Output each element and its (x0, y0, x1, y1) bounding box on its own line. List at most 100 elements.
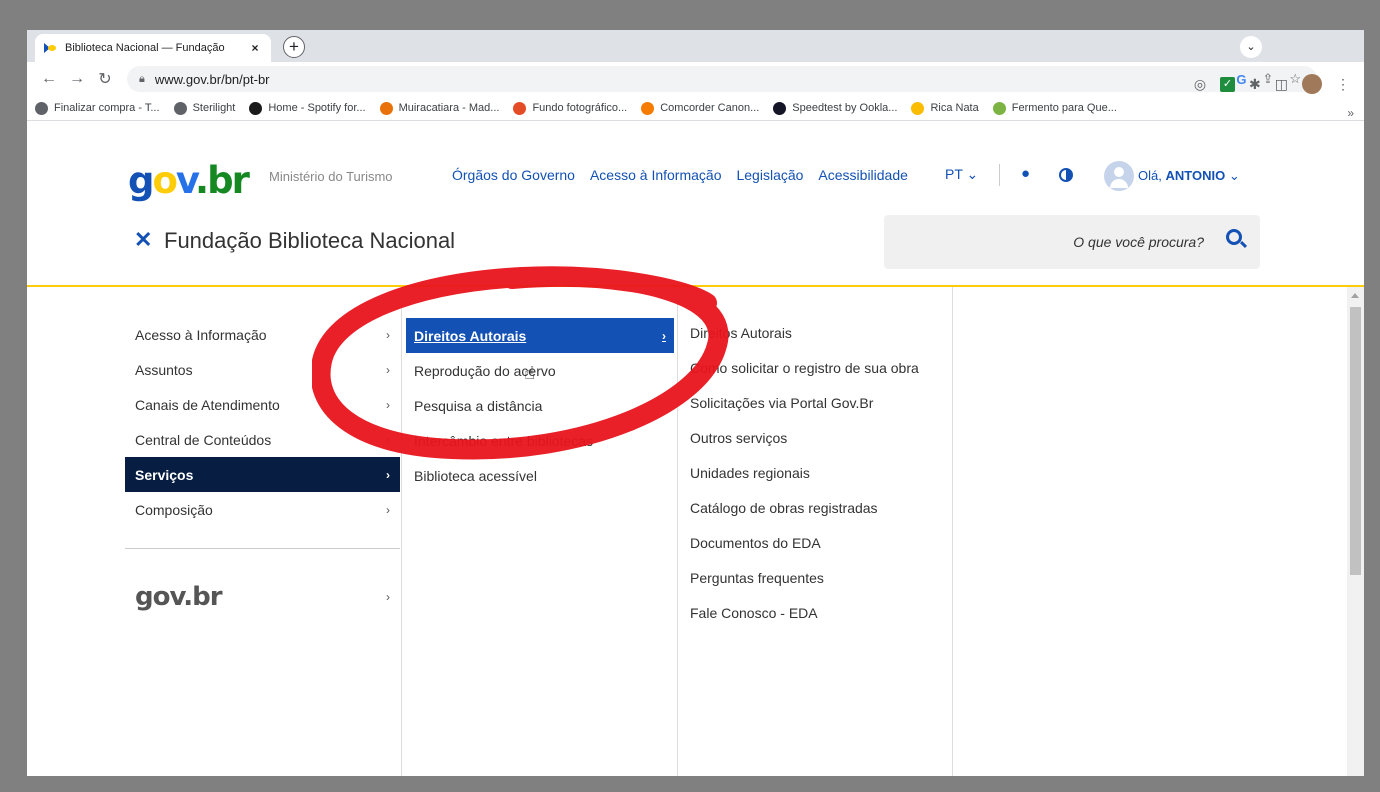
menu-item-level1[interactable]: Serviços › (125, 457, 400, 492)
header-divider (999, 164, 1000, 186)
menu-item-level3[interactable]: Como solicitar o registro de sua obra (690, 356, 935, 380)
profile-avatar-icon[interactable] (1302, 74, 1322, 94)
search-icon[interactable] (1226, 229, 1242, 245)
menu-item-level2[interactable]: Direitos Autorais › (406, 318, 674, 353)
bookmark-item[interactable]: Speedtest by Ookla... (773, 101, 898, 115)
extension-ring-icon[interactable]: ◎ (1194, 76, 1206, 93)
language-selector[interactable]: PT ⌄ (945, 166, 978, 183)
menu-item-label: Composição (135, 501, 213, 518)
menu-item-level1[interactable]: Acesso à Informação › (125, 317, 400, 352)
search-input[interactable] (884, 215, 1204, 269)
bookmark-item[interactable]: Fundo fotográfico... (513, 101, 628, 115)
tab-close-icon[interactable]: × (247, 41, 263, 55)
extensions-puzzle-icon[interactable]: ✱ (1249, 76, 1261, 93)
menu-item-label: Central de Conteúdos (135, 431, 272, 448)
bookmark-label: Muiracatiara - Mad... (398, 102, 500, 114)
menu-item-label: Pesquisa a distância (414, 397, 543, 414)
language-label: PT (945, 166, 963, 182)
tab-title: Biblioteca Nacional — Fundação (65, 42, 225, 54)
bookmark-label: Sterilight (192, 102, 236, 114)
chevron-right-icon: › (386, 362, 390, 377)
bookmark-favicon-icon (513, 101, 527, 115)
menu-column-2: Direitos Autorais › Reprodução do acervo Pe… (401, 287, 678, 776)
page-scrollbar[interactable] (1347, 287, 1364, 776)
lock-icon[interactable]: 🔒︎ (139, 73, 145, 86)
bookmark-item[interactable]: Muiracatiara - Mad... (379, 101, 500, 115)
close-menu-icon[interactable]: ✕ (134, 227, 152, 253)
user-chevron-icon: ⌄ (1228, 168, 1240, 183)
contrast-icon[interactable] (1059, 168, 1073, 182)
cookie-icon[interactable]: ● (1021, 165, 1030, 182)
bookmark-favicon-icon (992, 101, 1006, 115)
bookmark-item[interactable]: Fermento para Que... (992, 101, 1117, 115)
browser-menu-icon[interactable]: ⋮ (1336, 76, 1350, 93)
menu-item-level3[interactable]: Fale Conosco - EDA (690, 601, 935, 625)
menu-govbr-item[interactable]: gov.br › (125, 579, 400, 614)
new-tab-button[interactable]: + (283, 36, 305, 58)
tab-strip: Biblioteca Nacional — Fundação × + ⌄ (27, 30, 1364, 62)
forward-arrow-icon[interactable]: → (63, 70, 91, 88)
menu-item-level3[interactable]: Outros serviços (690, 426, 935, 450)
menu-item-level3[interactable]: Solicitações via Portal Gov.Br (690, 391, 935, 415)
bookmark-item[interactable]: Sterilight (173, 101, 236, 115)
menu-item-level1[interactable]: Assuntos › (125, 352, 400, 387)
bookmark-item[interactable]: Comcorder Canon... (641, 101, 760, 115)
menu-item-label: Serviços (135, 466, 194, 483)
menu-item-level2[interactable]: Intercâmbio entre bibliotecas (406, 423, 674, 458)
user-avatar[interactable] (1104, 161, 1134, 191)
chevron-right-icon: › (386, 432, 390, 447)
bookmark-favicon-icon (911, 101, 925, 115)
top-nav-link[interactable]: Órgãos do Governo (452, 167, 575, 183)
bookmark-label: Fundo fotográfico... (532, 102, 628, 114)
bookmark-item[interactable]: Rica Nata (911, 101, 979, 115)
menu-item-level2[interactable]: Pesquisa a distância (406, 388, 674, 423)
chevron-right-icon: › (386, 467, 390, 482)
menu-item-level3[interactable]: Perguntas frequentes (690, 566, 935, 590)
scroll-up-arrow-icon[interactable] (1351, 293, 1359, 298)
top-nav-link[interactable]: Acessibilidade (818, 167, 908, 183)
user-name: ANTONIO (1165, 168, 1226, 183)
bookmarks-bar: Finalizar compra - T... Sterilight Home - … (27, 96, 1364, 121)
bookmark-favicon-icon (379, 101, 393, 115)
menu-item-label: Biblioteca acessível (414, 467, 537, 484)
menu-item-level1[interactable]: Canais de Atendimento › (125, 387, 400, 422)
chevron-right-icon: › (386, 327, 390, 342)
extension-check-icon[interactable]: ✓ (1220, 76, 1236, 92)
scrollbar-thumb[interactable] (1350, 307, 1361, 575)
address-bar[interactable]: 🔒︎ www.gov.br/bn/pt-br G ⇪ ☆ (127, 66, 1317, 92)
chevron-right-icon: › (662, 328, 666, 343)
user-greeting: Olá, (1138, 168, 1162, 183)
govbr-menu-logo: gov.br (135, 581, 223, 612)
bookmarks-overflow-icon[interactable]: » (1347, 106, 1354, 120)
tab-search-chevron-icon[interactable]: ⌄ (1240, 36, 1262, 58)
page-content: gov.br Ministério do Turismo Órgãos do G… (27, 122, 1364, 776)
url-text[interactable]: www.gov.br/bn/pt-br (155, 72, 270, 87)
bookmark-item[interactable]: Home - Spotify for... (249, 101, 366, 115)
bookmark-item[interactable]: Finalizar compra - T... (35, 101, 160, 115)
menu-item-label: Acesso à Informação (135, 326, 267, 343)
menu-item-level2[interactable]: Biblioteca acessível (406, 458, 674, 493)
browser-tab[interactable]: Biblioteca Nacional — Fundação × (35, 34, 271, 62)
user-menu[interactable]: Olá, ANTONIO ⌄ (1138, 168, 1240, 184)
site-title[interactable]: Fundação Biblioteca Nacional (164, 228, 455, 254)
menu-item-level3[interactable]: Documentos do EDA (690, 531, 935, 555)
ministry-label: Ministério do Turismo (269, 169, 393, 184)
menu-item-level3[interactable]: Catálogo de obras registradas (690, 496, 935, 520)
top-nav-link[interactable]: Acesso à Informação (590, 167, 722, 183)
chevron-right-icon: › (386, 397, 390, 412)
bookmark-label: Comcorder Canon... (660, 102, 760, 114)
reload-icon[interactable]: ↻ (91, 69, 119, 89)
menu-item-level3[interactable]: Unidades regionais (690, 461, 935, 485)
menu-item-level1[interactable]: Central de Conteúdos › (125, 422, 400, 457)
chevron-right-icon: › (386, 589, 390, 604)
menu-item-level2[interactable]: Reprodução do acervo (406, 353, 674, 388)
side-panel-icon[interactable]: ◫ (1275, 76, 1288, 93)
bookmark-favicon-icon (249, 101, 263, 115)
bookmark-label: Speedtest by Ookla... (792, 102, 898, 114)
back-arrow-icon[interactable]: ← (35, 70, 63, 88)
top-nav-link[interactable]: Legislação (736, 167, 803, 183)
govbr-logo[interactable]: gov.br (128, 159, 250, 202)
bookmark-favicon-icon (173, 101, 187, 115)
menu-item-level1[interactable]: Composição › (125, 492, 400, 527)
menu-item-level3[interactable]: Direitos Autorais (690, 321, 935, 345)
